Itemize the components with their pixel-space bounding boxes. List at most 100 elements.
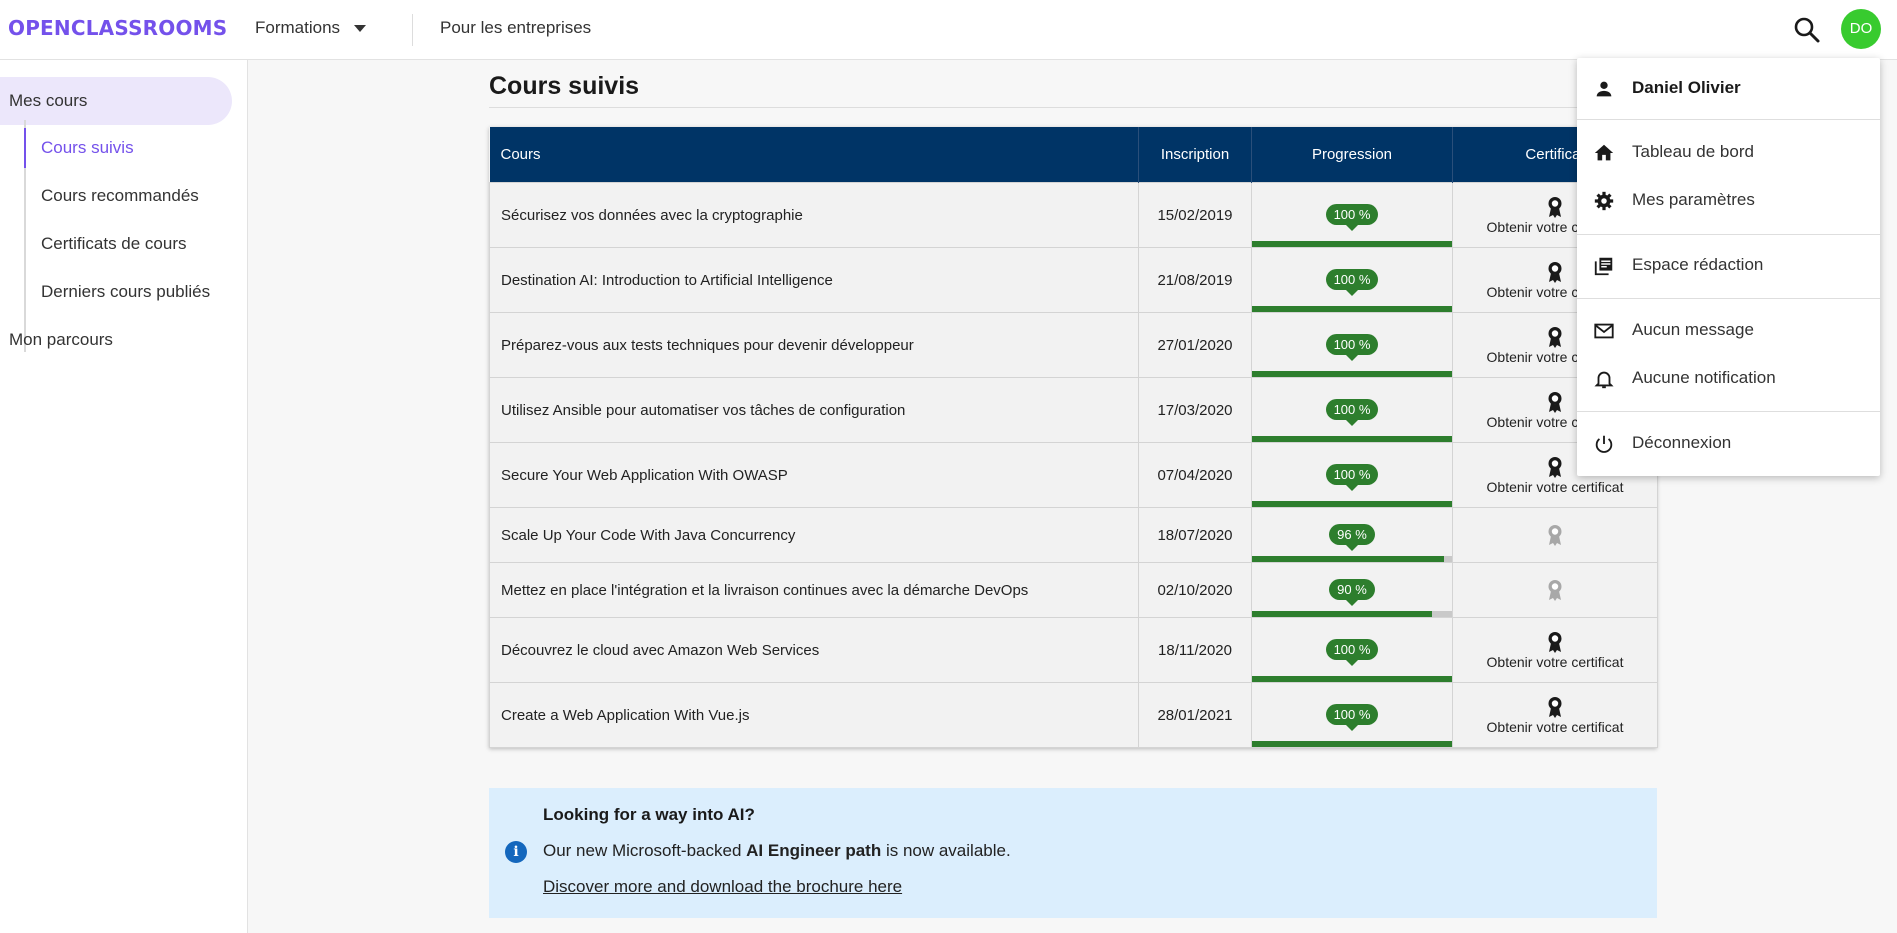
progress-bar — [1252, 501, 1452, 507]
top-bar: OPENCLASSROOMS Formations Pour les entre… — [0, 0, 1897, 60]
menu-item-espace-redaction[interactable]: Espace rédaction — [1577, 241, 1880, 289]
course-title[interactable]: Scale Up Your Code With Java Concurrency — [489, 507, 1139, 563]
logo[interactable]: OPENCLASSROOMS — [8, 16, 227, 40]
info-title: Looking for a way into AI? — [543, 805, 755, 824]
menu-item-label: Espace rédaction — [1632, 255, 1764, 274]
avatar[interactable]: DO — [1841, 9, 1881, 49]
nav-formations-label: Formations — [255, 18, 341, 37]
enrollment-date: 17/03/2020 — [1138, 377, 1252, 443]
award-icon — [1548, 456, 1562, 478]
nav-entreprises[interactable]: Pour les entreprises — [440, 18, 591, 38]
info-text-suffix: is now available. — [881, 841, 1011, 860]
progress-badge: 96 % — [1329, 523, 1375, 551]
progress-badge: 100 % — [1325, 203, 1379, 231]
progress-bar-fill — [1252, 306, 1452, 312]
title-divider — [489, 107, 1657, 108]
table-row[interactable]: Create a Web Application With Vue.js 28/0… — [489, 682, 1658, 748]
menu-user-name: Daniel Olivier — [1632, 78, 1741, 97]
course-title[interactable]: Utilisez Ansible pour automatiser vos tâ… — [489, 377, 1139, 443]
progress-bar-fill — [1252, 556, 1444, 562]
menu-item-label: Mes paramètres — [1632, 190, 1755, 209]
progress-bar — [1252, 371, 1452, 377]
progress-bar — [1252, 241, 1452, 247]
table-row[interactable]: Destination AI: Introduction to Artifici… — [489, 247, 1658, 313]
award-icon — [1548, 631, 1562, 653]
course-title[interactable]: Secure Your Web Application With OWASP — [489, 442, 1139, 508]
progress-cell: 100 % — [1251, 377, 1453, 443]
progress-bar-fill — [1252, 241, 1452, 247]
menu-item-label: Tableau de bord — [1632, 142, 1754, 161]
library-icon — [1594, 257, 1613, 276]
progress-bar-fill — [1252, 741, 1452, 747]
caret-down-icon — [354, 25, 367, 33]
info-icon: i — [505, 841, 527, 863]
menu-item-profile[interactable]: Daniel Olivier — [1577, 64, 1880, 112]
table-row[interactable]: Sécurisez vos données avec la cryptograp… — [489, 182, 1658, 248]
course-title[interactable]: Mettez en place l'intégration et la livr… — [489, 562, 1139, 618]
course-title[interactable]: Préparez-vous aux tests techniques pour … — [489, 312, 1139, 378]
sidebar-item-cours-suivis[interactable]: Cours suivis — [24, 128, 241, 168]
menu-item-deconnexion[interactable]: Déconnexion — [1577, 419, 1880, 467]
course-title[interactable]: Sécurisez vos données avec la cryptograp… — [489, 182, 1139, 248]
table-row[interactable]: Découvrez le cloud avec Amazon Web Servi… — [489, 617, 1658, 683]
menu-item-messages[interactable]: Aucun message — [1577, 306, 1880, 354]
enrollment-date: 18/07/2020 — [1138, 507, 1252, 563]
progress-cell: 100 % — [1251, 442, 1453, 508]
enrollment-date: 02/10/2020 — [1138, 562, 1252, 618]
table-row[interactable]: Scale Up Your Code With Java Concurrency… — [489, 507, 1658, 563]
progress-cell: 96 % — [1251, 507, 1453, 563]
progress-badge: 100 % — [1325, 703, 1379, 731]
progress-cell: 100 % — [1251, 682, 1453, 748]
table-row[interactable]: Utilisez Ansible pour automatiser vos tâ… — [489, 377, 1658, 443]
table-header-row: Cours Inscription Progression Certificat — [489, 127, 1658, 183]
certificate-cell — [1452, 507, 1658, 563]
enrollment-date: 07/04/2020 — [1138, 442, 1252, 508]
menu-item-label: Aucune notification — [1632, 368, 1776, 387]
sidebar-item-derniers-cours[interactable]: Derniers cours publiés — [26, 272, 241, 312]
sidebar-item-cours-recommandes[interactable]: Cours recommandés — [26, 176, 241, 216]
sidebar-item-mon-parcours[interactable]: Mon parcours — [0, 316, 232, 364]
info-text-bold: AI Engineer path — [746, 841, 882, 860]
progress-bar — [1252, 306, 1452, 312]
sidebar-item-certificats[interactable]: Certificats de cours — [26, 224, 241, 264]
progress-bar — [1252, 611, 1452, 617]
person-icon — [1596, 81, 1612, 97]
course-title[interactable]: Découvrez le cloud avec Amazon Web Servi… — [489, 617, 1139, 683]
progress-cell: 100 % — [1251, 247, 1453, 313]
progress-badge: 100 % — [1325, 333, 1379, 361]
menu-item-notifications[interactable]: Aucune notification — [1577, 354, 1880, 402]
progress-bar-fill — [1252, 501, 1452, 507]
progress-bar — [1252, 556, 1452, 562]
page-title: Cours suivis — [489, 72, 640, 100]
menu-item-tableau-de-bord[interactable]: Tableau de bord — [1577, 128, 1880, 176]
info-banner: i Looking for a way into AI? Our new Mic… — [489, 788, 1657, 918]
column-header-progress: Progression — [1251, 127, 1453, 183]
award-icon — [1548, 196, 1562, 218]
menu-item-parametres[interactable]: Mes paramètres — [1577, 176, 1880, 224]
courses-table: Cours Inscription Progression Certificat… — [489, 127, 1658, 748]
user-menu-dropdown: Daniel Olivier Tableau de bord Mes param… — [1577, 58, 1880, 476]
progress-bar — [1252, 741, 1452, 747]
get-certificate-link[interactable]: Obtenir votre certificat — [1453, 479, 1657, 495]
search-button[interactable] — [1791, 14, 1823, 46]
get-certificate-link[interactable]: Obtenir votre certificat — [1453, 719, 1657, 735]
progress-bar — [1252, 676, 1452, 682]
get-certificate-link[interactable]: Obtenir votre certificat — [1453, 654, 1657, 670]
brochure-link[interactable]: Discover more and download the brochure … — [543, 877, 902, 897]
enrollment-date: 27/01/2020 — [1138, 312, 1252, 378]
progress-badge: 100 % — [1325, 638, 1379, 666]
award-icon — [1548, 524, 1562, 546]
menu-divider — [1577, 119, 1880, 120]
award-icon — [1548, 696, 1562, 718]
table-row[interactable]: Secure Your Web Application With OWASP 07… — [489, 442, 1658, 508]
sidebar-item-mes-cours[interactable]: Mes cours — [0, 77, 232, 125]
nav-formations[interactable]: Formations — [255, 18, 367, 38]
table-row[interactable]: Préparez-vous aux tests techniques pour … — [489, 312, 1658, 378]
course-title[interactable]: Destination AI: Introduction to Artifici… — [489, 247, 1139, 313]
progress-bar — [1252, 436, 1452, 442]
award-icon — [1548, 326, 1562, 348]
table-row[interactable]: Mettez en place l'intégration et la livr… — [489, 562, 1658, 618]
course-title[interactable]: Create a Web Application With Vue.js — [489, 682, 1139, 748]
progress-bar-fill — [1252, 611, 1432, 617]
menu-divider — [1577, 298, 1880, 299]
